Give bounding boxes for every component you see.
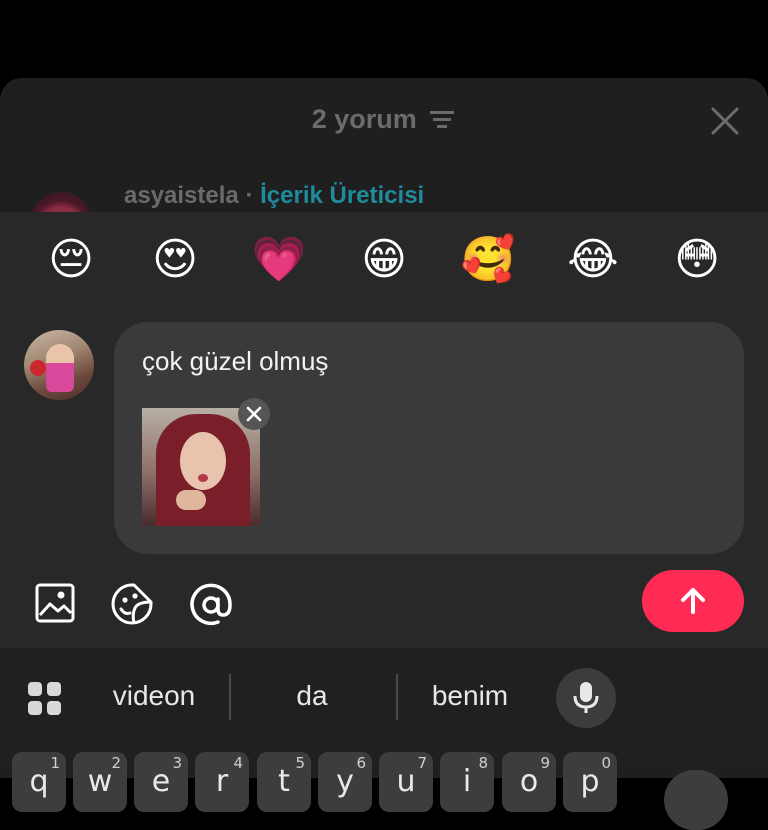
- sticker-icon[interactable]: [110, 582, 154, 626]
- comment-composer: 😔 😍 💗 😁 🥰 😂 😳 çok güzel olmuş videon da …: [0, 212, 768, 830]
- key-o[interactable]: 9o: [502, 752, 556, 812]
- avatar[interactable]: [24, 330, 94, 400]
- image-icon[interactable]: [34, 582, 78, 626]
- send-button[interactable]: [642, 570, 744, 632]
- keyboard: videon da benim 1q 2w 3e 4r 5t 6y 7u 8i …: [0, 648, 768, 830]
- divider: [229, 674, 231, 720]
- mention-icon[interactable]: [188, 582, 232, 626]
- avatar-figure: [46, 344, 74, 392]
- comment-count: 2 yorum: [0, 104, 768, 136]
- suggestion-bar: videon da benim: [0, 648, 768, 748]
- arrow-up-icon: [681, 588, 705, 614]
- key-i[interactable]: 8i: [440, 752, 494, 812]
- key-q[interactable]: 1q: [12, 752, 66, 812]
- remove-attachment-button[interactable]: [238, 398, 270, 430]
- comment-input[interactable]: çok güzel olmuş: [114, 322, 744, 554]
- comments-header: 2 yorum: [0, 78, 768, 166]
- emoji-growing-heart[interactable]: 💗: [249, 230, 309, 290]
- apps-grid-icon[interactable]: [28, 682, 62, 716]
- status-area: [0, 0, 768, 80]
- key-p[interactable]: 0p: [563, 752, 617, 812]
- comment-input-text: çok güzel olmuş: [142, 346, 329, 376]
- close-icon: [246, 406, 262, 422]
- key-backspace[interactable]: [664, 770, 728, 830]
- comment-count-label: 2 yorum: [311, 104, 417, 134]
- emoji-grin[interactable]: 😁: [354, 230, 414, 290]
- divider: [396, 674, 398, 720]
- emoji-pensive[interactable]: 😔: [41, 230, 101, 290]
- mic-button[interactable]: [556, 668, 616, 728]
- emoji-tears-of-joy[interactable]: 😂: [563, 230, 623, 290]
- creator-badge: İçerik Üreticisi: [260, 182, 425, 209]
- emoji-flushed[interactable]: 😳: [667, 230, 727, 290]
- comment-username: asyaistela: [124, 182, 239, 209]
- key-y[interactable]: 6y: [318, 752, 372, 812]
- suggestion-2[interactable]: da: [252, 680, 372, 712]
- emoji-heart-eyes[interactable]: 😍: [145, 230, 205, 290]
- avatar-flower: [30, 360, 46, 376]
- comment-separator: ·: [245, 182, 254, 209]
- key-u[interactable]: 7u: [379, 752, 433, 812]
- gif-lips: [198, 474, 208, 482]
- mic-icon: [573, 682, 599, 713]
- key-w[interactable]: 2w: [73, 752, 127, 812]
- key-e[interactable]: 3e: [134, 752, 188, 812]
- emoji-quick-bar: 😔 😍 💗 😁 🥰 😂 😳: [0, 230, 768, 290]
- emoji-smiling-hearts[interactable]: 🥰: [458, 230, 518, 290]
- gif-hand: [176, 490, 206, 510]
- suggestion-3[interactable]: benim: [410, 680, 530, 712]
- key-r[interactable]: 4r: [195, 752, 249, 812]
- filter-lines-icon[interactable]: [430, 105, 456, 136]
- suggestion-1[interactable]: videon: [94, 680, 214, 712]
- close-icon[interactable]: [710, 106, 740, 136]
- comment-author[interactable]: asyaistela · İçerik Üreticisi: [124, 182, 424, 210]
- key-t[interactable]: 5t: [257, 752, 311, 812]
